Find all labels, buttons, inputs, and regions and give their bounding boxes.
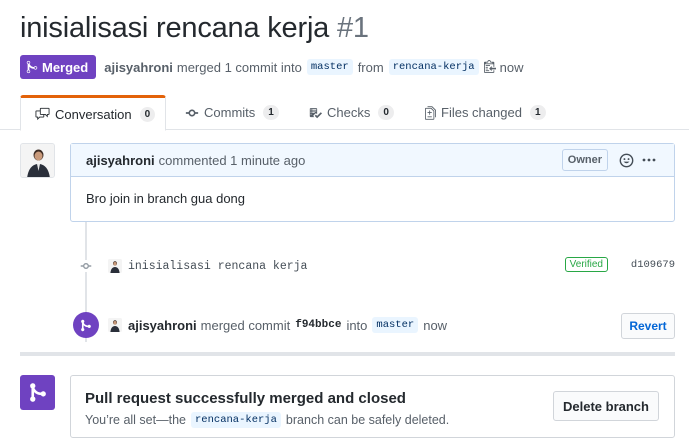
pr-title: inisialisasi rencana kerja bbox=[20, 12, 330, 44]
comment-discussion-icon bbox=[35, 107, 50, 121]
tab-checks[interactable]: Checks 0 bbox=[309, 95, 394, 130]
tab-counter: 0 bbox=[139, 106, 156, 122]
comment-box: ajisyahroni commented 1 minute ago Owner… bbox=[70, 143, 675, 222]
merge-desc-prefix: You’re all set—the bbox=[85, 413, 186, 427]
git-merge-icon bbox=[73, 312, 99, 338]
merge-status-box: Pull request successfully merged and clo… bbox=[70, 375, 675, 438]
tab-label: Checks bbox=[327, 105, 371, 120]
tab-label: Commits bbox=[204, 105, 256, 120]
tab-commits[interactable]: Commits 1 bbox=[185, 95, 279, 130]
tab-label: Conversation bbox=[55, 106, 132, 122]
comment-body: Bro join in branch gua dong bbox=[86, 191, 246, 206]
merge-status-description: You’re all set—the rencana-kerja branch … bbox=[85, 412, 449, 428]
verified-badge[interactable]: Verified bbox=[564, 257, 608, 272]
delete-branch-button[interactable]: Delete branch bbox=[553, 391, 659, 421]
merged-timeline-event: ajisyahroni merged commit f94bbce into m… bbox=[73, 312, 675, 339]
kebab-horizontal-icon[interactable] bbox=[642, 153, 656, 170]
base-branch-label[interactable]: master bbox=[306, 59, 353, 75]
comment-timestamp[interactable]: commented 1 minute ago bbox=[159, 153, 306, 168]
pr-tabs: Conversation 0 Commits 1 Checks 0 Files … bbox=[0, 95, 689, 131]
commit-message-link[interactable]: inisialisasi rencana kerja bbox=[128, 260, 307, 273]
merge-commit-sha-link[interactable]: f94bbce bbox=[295, 319, 341, 331]
merge-action-text: merged commit bbox=[200, 317, 291, 333]
tab-files-changed[interactable]: Files changed 1 bbox=[425, 95, 546, 130]
head-branch-label[interactable]: rencana-kerja bbox=[191, 412, 281, 428]
head-branch-label[interactable]: rencana-kerja bbox=[388, 59, 479, 75]
timeline-divider bbox=[20, 352, 675, 356]
pr-time: now bbox=[499, 59, 524, 75]
tab-counter: 1 bbox=[263, 105, 279, 120]
commit-timeline-item: inisialisasi rencana kerja Verified d109… bbox=[78, 255, 675, 277]
tab-counter: 1 bbox=[529, 105, 546, 120]
merge-summary-text: merged 1 commit into bbox=[176, 59, 302, 75]
file-diff-icon bbox=[425, 105, 436, 120]
tab-counter: 0 bbox=[378, 105, 394, 120]
avatar[interactable] bbox=[108, 259, 122, 273]
pr-number: #1 bbox=[336, 12, 369, 44]
merge-target-branch[interactable]: master bbox=[372, 317, 419, 333]
checklist-icon bbox=[309, 107, 322, 118]
owner-badge: Owner bbox=[561, 149, 608, 171]
git-commit-icon bbox=[185, 109, 199, 116]
tab-conversation[interactable]: Conversation 0 bbox=[20, 95, 166, 131]
comment-header: ajisyahroni commented 1 minute ago Owner bbox=[71, 144, 674, 177]
merged-state-badge: Merged bbox=[20, 55, 97, 79]
pr-author-link[interactable]: ajisyahroni bbox=[104, 60, 173, 75]
avatar[interactable] bbox=[20, 143, 55, 178]
into-text: into bbox=[346, 317, 368, 333]
from-text: from bbox=[357, 59, 384, 75]
merge-author-link[interactable]: ajisyahroni bbox=[128, 318, 197, 333]
commit-sha-link[interactable]: d109679 bbox=[631, 259, 675, 271]
pr-meta: Merged ajisyahroni merged 1 commit into … bbox=[20, 55, 523, 79]
merge-desc-suffix: branch can be safely deleted. bbox=[285, 413, 450, 427]
git-merge-icon bbox=[26, 60, 38, 74]
tab-label: Files changed bbox=[441, 105, 522, 120]
merge-time[interactable]: now bbox=[423, 318, 447, 333]
comment-author-link[interactable]: ajisyahroni bbox=[86, 153, 155, 168]
git-merge-icon bbox=[20, 375, 55, 410]
merge-status-title: Pull request successfully merged and clo… bbox=[85, 390, 406, 407]
revert-button[interactable]: Revert bbox=[621, 313, 675, 339]
add-reaction-icon[interactable] bbox=[619, 153, 634, 171]
copy-icon[interactable] bbox=[483, 59, 496, 76]
state-label: Merged bbox=[42, 59, 89, 75]
avatar[interactable] bbox=[108, 318, 122, 332]
git-commit-icon bbox=[78, 260, 94, 272]
page-title: inisialisasi rencana kerja #1 bbox=[20, 12, 369, 45]
